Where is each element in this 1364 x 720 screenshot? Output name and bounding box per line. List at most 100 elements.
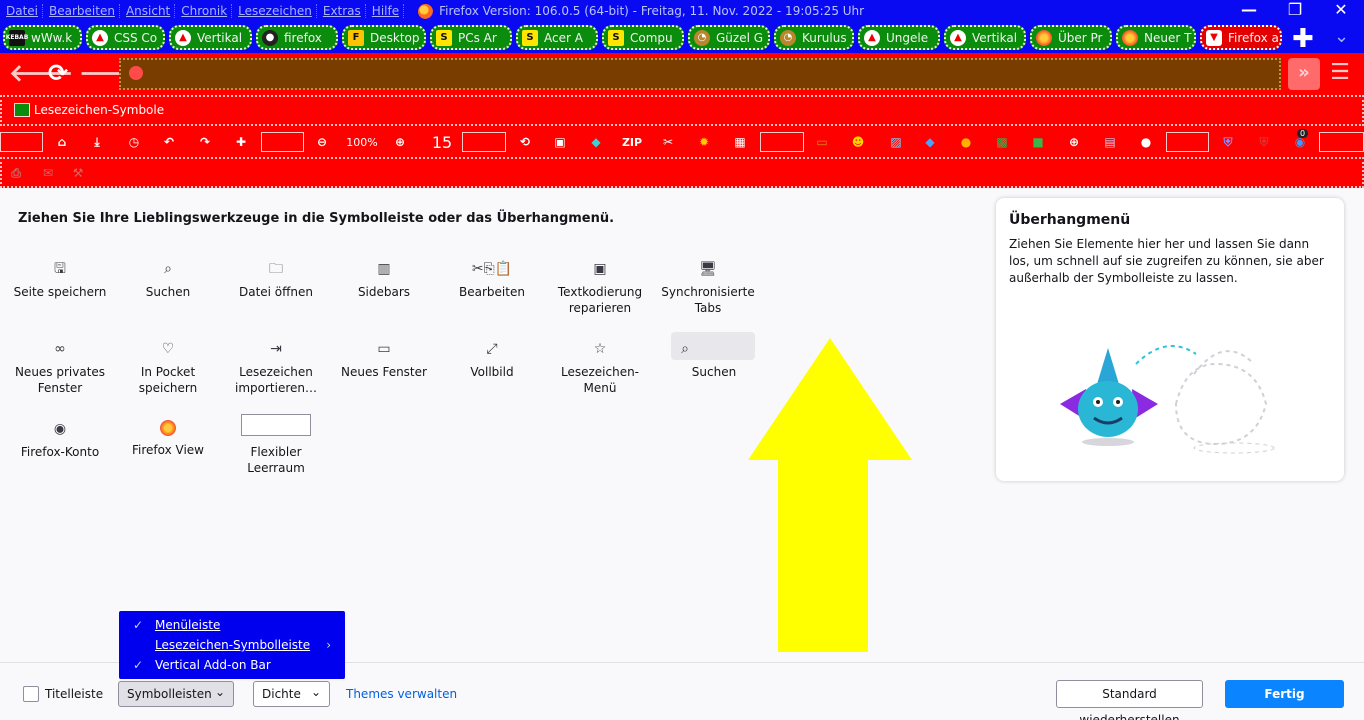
flexible-space[interactable] (760, 132, 804, 152)
diamond-icon[interactable]: ◆ (920, 132, 940, 152)
history-icon[interactable]: ◷ (124, 132, 144, 152)
flexible-space[interactable] (261, 132, 304, 152)
menu-datei[interactable]: Datei (6, 4, 44, 18)
ublock-icon[interactable]: ⛨ (1254, 132, 1274, 152)
home-icon[interactable]: ⌂ (52, 132, 72, 152)
minimize-button[interactable]: — (1226, 0, 1272, 22)
palette-item-import-bookmarks[interactable]: ⇥ Lesezeichen importieren… (226, 340, 326, 396)
popup-item-bookmarks-toolbar[interactable]: Lesezeichen-Symbolleiste › (119, 635, 345, 655)
tab[interactable]: ◔ Kurulus (774, 25, 854, 50)
tab[interactable]: ▲ Vertikal (944, 25, 1026, 50)
tab[interactable]: ● firefox (256, 25, 338, 50)
popup-item-menubar[interactable]: ✓ Menüleiste (119, 615, 345, 635)
undo-icon[interactable]: ↶ (159, 132, 179, 152)
palette-item-new-window[interactable]: ▭ Neues Fenster (334, 340, 434, 380)
screenshot-icon[interactable]: ▣ (550, 132, 570, 152)
url-bar[interactable] (119, 58, 1281, 90)
menu-hilfe[interactable]: Hilfe (372, 4, 405, 18)
floppy-icon[interactable]: ▤ (1100, 132, 1120, 152)
flexible-space[interactable] (0, 132, 43, 152)
new-tab-button[interactable]: ✚ (1292, 26, 1314, 52)
plus-icon[interactable]: ✚ (231, 132, 251, 152)
email-icon[interactable]: ✉ (38, 163, 58, 183)
tab[interactable]: Über Pr (1030, 25, 1112, 50)
palette-item-fullscreen[interactable]: ⤢ Vollbild (442, 340, 542, 380)
menu-lesezeichen[interactable]: Lesezeichen (238, 4, 317, 18)
list-all-tabs-button[interactable]: ⌄ (1334, 26, 1349, 47)
menu-bearbeiten[interactable]: Bearbeiten (49, 4, 120, 18)
titlebar-checkbox[interactable] (23, 686, 39, 702)
tab[interactable]: ▲ Ungele (858, 25, 940, 50)
emoji-icon[interactable]: ☻ (848, 132, 868, 152)
menu-ansicht[interactable]: Ansicht (126, 4, 176, 18)
image-icon[interactable]: ▨ (886, 132, 906, 152)
print-icon[interactable]: ⎙ (6, 163, 26, 183)
tab[interactable]: ◔ Güzel G (688, 25, 770, 50)
flexible-space[interactable] (1166, 132, 1209, 152)
palette-item-bookmarks-menu[interactable]: ☆ Lesezeichen-Menü (550, 340, 650, 396)
wrench-icon[interactable]: ⚒ (68, 163, 88, 183)
menu-chronik[interactable]: Chronik (181, 4, 233, 18)
gear-icon[interactable]: ✹ (694, 132, 714, 152)
forward-button[interactable]: 🡒 (79, 61, 143, 87)
palette-item-pocket[interactable]: ♡ In Pocket speichern (118, 340, 218, 396)
tab[interactable]: ▲ CSS Co (86, 25, 165, 50)
redo-icon[interactable]: ↷ (195, 132, 215, 152)
restore-button[interactable]: ❐ (1272, 0, 1318, 22)
popup-item-addon-bar[interactable]: ✓ Vertical Add-on Bar (119, 655, 345, 675)
zoom-level[interactable]: 100% (346, 132, 378, 152)
ball-icon[interactable]: ● (1136, 132, 1156, 152)
tab-label: PCs Ar (458, 30, 497, 45)
download-icon[interactable]: ⤓ (87, 132, 107, 152)
palette-item-edit[interactable]: ✂⎘📋 Bearbeiten (442, 260, 542, 300)
edit-icon: ✂⎘📋 (471, 261, 513, 277)
overflow-menu-button[interactable]: » (1288, 58, 1320, 90)
flexible-space[interactable] (462, 132, 506, 152)
bookmarks-toolbar-folder[interactable]: Lesezeichen-Symbole (14, 103, 164, 117)
addon-icon[interactable]: ▭ (812, 132, 832, 152)
palette-item-text-encoding[interactable]: ▣ Textkodierung reparieren (550, 260, 650, 316)
fox-icon[interactable]: ◆ (586, 132, 606, 152)
palette-item-save-page[interactable]: 🖫 Seite speichern (10, 260, 110, 300)
tab[interactable]: S Compu (602, 25, 684, 50)
grid-icon[interactable]: ▦ (730, 132, 750, 152)
manage-themes-link[interactable]: Themes verwalten (346, 687, 457, 701)
back-button[interactable]: 🡐 (9, 61, 73, 87)
shield-icon[interactable]: ⛨ (1218, 132, 1238, 152)
tab[interactable]: F Desktop (342, 25, 426, 50)
flexible-space[interactable] (1319, 132, 1364, 152)
palette-item-synced-tabs[interactable]: 🖥 Synchronisierte Tabs (658, 260, 758, 316)
toolbars-dropdown[interactable]: Symbolleisten ⌄ (118, 681, 234, 707)
palette-item-search[interactable]: ⌕ Suchen (118, 260, 218, 300)
tab[interactable]: S Acer A (516, 25, 598, 50)
app-menu-button[interactable]: ☰ (1328, 61, 1352, 87)
tab[interactable]: ▲ Vertikal (169, 25, 252, 50)
palette-item-flexible-space[interactable]: Flexibler Leerraum (226, 414, 326, 476)
palette-item-open-file[interactable]: 🗀 Datei öffnen (226, 260, 326, 300)
globe-icon[interactable]: ⊕ (1064, 132, 1084, 152)
density-dropdown[interactable]: Dichte ⌄ (253, 681, 330, 707)
map-icon[interactable]: ▩ (992, 132, 1012, 152)
tab[interactable]: KEBAB wWw.k (3, 25, 82, 50)
tab-label: firefox (284, 30, 322, 45)
palette-item-account[interactable]: ◉ Firefox-Konto (10, 420, 110, 460)
tools-icon[interactable]: ✂ (658, 132, 678, 152)
close-button[interactable]: ✕ (1318, 0, 1364, 22)
tab[interactable]: Neuer T (1116, 25, 1196, 50)
done-button[interactable]: Fertig (1225, 680, 1344, 708)
menu-extras[interactable]: Extras (323, 4, 366, 18)
tab-active[interactable]: ▼ Firefox a (1200, 25, 1282, 50)
zoom-out-icon[interactable]: ⊖ (312, 132, 332, 152)
restore-defaults-button[interactable]: Standard wiederherstellen (1056, 680, 1203, 720)
zoom-in-icon[interactable]: ⊕ (390, 132, 410, 152)
sync-icon[interactable]: ⟲ (515, 132, 535, 152)
reload-button[interactable]: ⟳ (44, 61, 72, 87)
palette-item-private-window[interactable]: ∞ Neues privates Fenster (10, 340, 110, 396)
palette-item-firefox-view[interactable]: Firefox View (118, 420, 218, 458)
counter-label: 15 (431, 132, 453, 152)
zip-icon[interactable]: ZIP (622, 132, 642, 152)
folder-green-icon[interactable]: ■ (1028, 132, 1048, 152)
duckduckgo-icon[interactable]: ● (956, 132, 976, 152)
tab[interactable]: S PCs Ar (430, 25, 512, 50)
palette-item-sidebars[interactable]: ▥ Sidebars (334, 260, 434, 300)
